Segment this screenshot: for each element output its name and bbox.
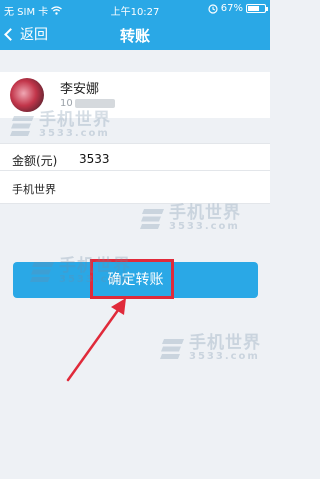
amount-input[interactable]: 3533 bbox=[79, 152, 110, 166]
remark-input[interactable]: 手机世界 bbox=[12, 181, 56, 197]
watermark-logo-icon bbox=[140, 208, 164, 229]
watermark: 手机世界 3533.com bbox=[160, 335, 261, 362]
watermark-logo-icon bbox=[160, 338, 184, 359]
battery-fill bbox=[248, 6, 259, 11]
recipient-card: 李安娜 10 bbox=[0, 72, 270, 118]
watermark-text: 手机世界 bbox=[189, 333, 261, 353]
watermark-url: 3533.com bbox=[189, 351, 260, 362]
remark-field[interactable]: 手机世界 bbox=[0, 170, 270, 204]
battery-icon bbox=[246, 4, 268, 13]
watermark-url: 3533.com bbox=[169, 221, 240, 232]
nav-bar: 返回 转账 bbox=[0, 18, 270, 50]
alarm-clock-icon bbox=[208, 3, 218, 14]
watermark-url: 3533.com bbox=[39, 128, 110, 139]
page-title: 转账 bbox=[119, 27, 150, 45]
recipient-name: 李安娜 bbox=[60, 82, 100, 97]
account-redaction bbox=[74, 98, 115, 108]
watermark: 手机世界 3533.com bbox=[140, 205, 241, 232]
recipient-account-text: 10 bbox=[60, 98, 73, 109]
watermark-text: 手机世界 bbox=[169, 203, 241, 223]
confirm-transfer-button[interactable]: 确定转账 bbox=[13, 262, 258, 298]
amount-label: 金额(元) bbox=[12, 154, 58, 168]
avatar bbox=[10, 78, 44, 112]
status-right: 67% bbox=[208, 3, 268, 14]
recipient-account: 10 bbox=[60, 98, 115, 109]
status-bar: 无 SIM 卡 上午10:27 67% bbox=[0, 0, 270, 18]
battery-percent: 67% bbox=[220, 3, 243, 14]
